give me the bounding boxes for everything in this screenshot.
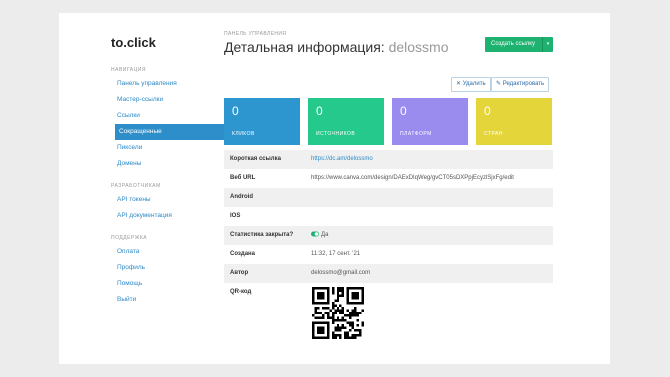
short-link[interactable]: https://dc.am/delossmo: [311, 150, 373, 169]
details-key: Создана: [230, 251, 256, 257]
stat-card-platforms: 0 ПЛАТФОРМ: [392, 98, 468, 145]
delete-button[interactable]: ✕ Удалить: [451, 77, 491, 92]
edit-label: Редактировать: [502, 81, 545, 87]
details-key: Автор: [230, 270, 249, 276]
details-key: Android: [230, 194, 253, 200]
sidebar-item-dashboard[interactable]: Панель управления: [111, 76, 259, 92]
details-row-short-link: Короткая ссылка https://dc.am/delossmo: [224, 150, 553, 169]
page-title: Детальная информация: delossmo: [224, 39, 448, 55]
details-key: QR-код: [230, 289, 252, 295]
breadcrumb[interactable]: ПАНЕЛЬ УПРАВЛЕНИЯ: [224, 31, 286, 37]
details-row-web-url: Веб URL https://www.canva.com/design/DAE…: [224, 169, 553, 188]
stat-value: 0: [232, 104, 239, 118]
stat-card-countries: 0 СТРАН: [476, 98, 552, 145]
stats-closed-text: Да: [321, 232, 329, 238]
details-key: Статистика закрыта?: [230, 232, 294, 238]
author-value: delossmo@gmail.com: [311, 270, 371, 276]
details-row-android: Android: [224, 188, 553, 207]
details-row-qr: QR-код: [224, 283, 553, 343]
stats-closed-value: Да: [311, 226, 328, 245]
stat-value: 0: [400, 104, 407, 118]
create-link-label: Создать ссылку: [491, 41, 535, 47]
stat-card-clicks: 0 КЛИКОВ: [224, 98, 300, 145]
stat-label: КЛИКОВ: [232, 131, 255, 137]
web-url-value: https://www.canva.com/design/DAExDIqWeg/…: [311, 175, 514, 181]
delete-label: Удалить: [462, 81, 486, 87]
app-logo[interactable]: to.click: [111, 35, 156, 50]
created-value: 11:32, 17 сент. '21: [311, 251, 361, 257]
details-key: Короткая ссылка: [230, 156, 281, 162]
toggle-on-icon: [311, 231, 319, 237]
page-title-link-name: delossmo: [388, 39, 449, 55]
stat-card-sources: 0 ИСТОЧНИКОВ: [308, 98, 384, 145]
details-row-stats-closed: Статистика закрыта? Да: [224, 226, 553, 245]
details-table: Короткая ссылка https://dc.am/delossmo В…: [224, 150, 553, 343]
details-key: Веб URL: [230, 175, 256, 181]
qr-code-icon: [312, 287, 364, 339]
details-key: IOS: [230, 213, 241, 219]
stat-label: СТРАН: [484, 131, 503, 137]
sidebar-heading-navigation: НАВИГАЦИЯ: [111, 67, 146, 73]
stat-label: ИСТОЧНИКОВ: [316, 131, 356, 137]
edit-button[interactable]: ✎ Редактировать: [491, 77, 550, 92]
stat-value: 0: [484, 104, 491, 118]
chevron-down-icon[interactable]: ▾: [542, 37, 553, 52]
details-row-ios: IOS: [224, 207, 553, 226]
details-row-created: Создана 11:32, 17 сент. '21: [224, 245, 553, 264]
page-title-main: Детальная информация:: [224, 39, 389, 55]
stats-row: 0 КЛИКОВ 0 ИСТОЧНИКОВ 0 ПЛАТФОРМ 0 СТРАН: [224, 98, 553, 145]
pencil-icon: ✎: [496, 81, 502, 87]
details-row-author: Автор delossmo@gmail.com: [224, 264, 553, 283]
stat-value: 0: [316, 104, 323, 118]
close-icon: ✕: [456, 81, 462, 87]
stat-label: ПЛАТФОРМ: [400, 131, 432, 137]
create-link-button[interactable]: Создать ссылку ▾: [485, 37, 553, 52]
main-panel: to.click НАВИГАЦИЯ Панель управления Мас…: [59, 13, 610, 364]
